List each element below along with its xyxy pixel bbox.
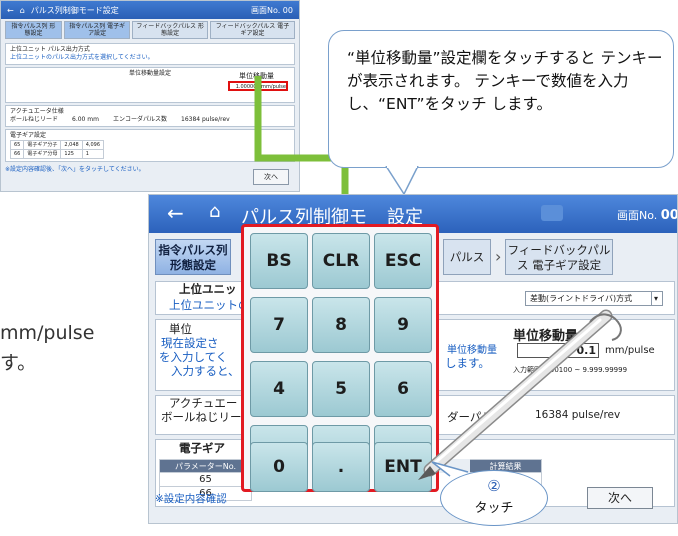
small-upper-unit-panel: 上位ユニット パルス出力方式 上位ユニットのパルス出力方式を選択してください。 <box>5 43 295 65</box>
output-method-dropdown[interactable]: 差動(ライントドライバ)方式 ▾ <box>525 291 663 306</box>
key-3[interactable]: 3 <box>374 425 432 481</box>
unit-desc-right-2: します。 <box>445 356 490 370</box>
small-unit-panel: 単位移動量設定 単位移動量 1.000000 mm/pulse <box>5 67 295 103</box>
key-clr[interactable]: CLR <box>312 233 370 289</box>
table-cell: 65 <box>159 472 252 487</box>
callout-tail <box>385 166 419 196</box>
small-page-number: 画面No. 00 <box>250 5 293 15</box>
unit-move-value: 0.1 <box>576 344 597 357</box>
input-range: 入力範囲 0.00100 ~ 9.999.99999 <box>513 366 628 374</box>
small-upper-unit-desc: 上位ユニットのパルス出力方式を選択してください。 <box>10 54 154 61</box>
tab-pulse[interactable]: パルス <box>443 239 491 275</box>
small-ballscrew-value: 6.00 mm <box>72 116 99 123</box>
encoder-value: 16384 pulse/rev <box>535 409 621 421</box>
upper-unit-label: 上位ユニッ <box>179 282 237 296</box>
key-6[interactable]: 6 <box>374 361 432 417</box>
table-cell: 電子ギア分子 <box>23 140 62 150</box>
key-7[interactable]: 7 <box>250 297 308 353</box>
small-tab-1[interactable]: 指令パルス列 形態設定 <box>5 21 62 39</box>
unit-move-label: 単位移動量 <box>513 329 579 344</box>
small-actuator: アクチュエータ仕様 <box>10 108 64 115</box>
key-8[interactable]: 8 <box>312 297 370 353</box>
small-footer: ※設定内容確認後、「次へ」をタッチしてください。 <box>5 166 145 173</box>
tab-command-pulse-form[interactable]: 指令パルス列 形態設定 <box>155 239 231 275</box>
small-gear-panel: 電子ギア設定 65 電子ギア分子 2,048 4,096 66 電子ギア分母 1… <box>5 129 295 162</box>
small-screenshot: ← ⌂ パルス列制御モード設定 画面No. 00 指令パルス列 形態設定 指令パ… <box>0 0 300 192</box>
gear-label: 電子ギア <box>179 441 225 455</box>
small-unit-highlight <box>228 81 288 91</box>
col-param: パラメーターNo. <box>159 459 252 473</box>
dropdown-value: 差動(ライントドライバ)方式 <box>530 294 633 303</box>
save-icon[interactable] <box>541 205 563 221</box>
small-encoder-value: 16384 pulse/rev <box>181 116 230 123</box>
table-row: 65 電子ギア分子 2,048 4,096 <box>9 140 105 150</box>
unit-desc-right-1: 単位移動量 <box>447 345 497 356</box>
key-5[interactable]: 5 <box>312 361 370 417</box>
unit-desc-3: 入力すると、 <box>171 364 240 378</box>
instruction-callout: “単位移動量”設定欄をタッチすると テンキーが表示されます。 テンキーで数値を入… <box>328 30 674 168</box>
small-gear-title: 電子ギア設定 <box>10 132 47 139</box>
key-esc[interactable]: ESC <box>374 233 432 289</box>
table-row: 66 電子ギア分母 125 1 <box>9 149 105 159</box>
home-icon[interactable]: ⌂ <box>209 201 220 222</box>
small-ballscrew: ボールねじリード <box>10 116 59 123</box>
small-actuator-panel: アクチュエータ仕様 ボールねじリード 6.00 mm エンコーダパルス数 163… <box>5 105 295 127</box>
ballscrew-label: ボールねじリー <box>161 410 242 424</box>
touch-label: タッチ <box>474 501 514 516</box>
touch-bubble: ② タッチ <box>440 470 548 526</box>
key-9[interactable]: 9 <box>374 297 432 353</box>
tab-feedback-gear[interactable]: フィードバックパルス 電子ギア設定 <box>505 239 613 275</box>
table-cell: 電子ギア分母 <box>23 149 62 159</box>
small-titlebar: ← ⌂ パルス列制御モード設定 画面No. 00 <box>1 1 299 19</box>
small-tab-2[interactable]: 指令パルス列 電子ギア設定 <box>63 21 131 39</box>
step-number: ② <box>487 477 501 495</box>
numeric-keypad: BS CLR ESC 7 8 9 4 5 6 1 2 3 <box>241 224 439 492</box>
bg-unit-text: mm/pulse <box>0 322 95 344</box>
back-icon[interactable]: ← <box>7 6 14 15</box>
page-num: 00 <box>660 208 678 223</box>
small-tab-4[interactable]: フィードバックパルス 電子ギア設定 <box>209 21 295 39</box>
encoder-label: ダーパル <box>447 410 493 424</box>
small-upper-unit-title: 上位ユニット パルス出力方式 <box>10 46 90 53</box>
table-cell: 1 <box>81 149 105 159</box>
upper-unit-desc: 上位ユニットの <box>169 298 250 312</box>
table-cell: 65 <box>9 140 25 150</box>
home-icon[interactable]: ⌂ <box>20 6 25 15</box>
table-cell: 2,048 <box>60 140 83 150</box>
callout-text: “単位移動量”設定欄をタッチすると テンキーが表示されます。 テンキーで数値を入… <box>347 49 663 113</box>
chevron-right-icon: › <box>495 247 502 266</box>
small-title: パルス列制御モード設定 <box>30 5 119 15</box>
table-cell: 66 <box>9 149 25 159</box>
key-bs[interactable]: BS <box>250 233 308 289</box>
small-tabs: 指令パルス列 形態設定 指令パルス列 電子ギア設定 フィードバックパルス 形態設… <box>1 19 299 41</box>
unit-move-input[interactable]: 0.1 <box>517 343 599 358</box>
small-encoder: エンコーダパルス数 <box>112 116 167 123</box>
page-label: 画面No. <box>617 209 658 222</box>
next-button[interactable]: 次へ <box>587 487 653 509</box>
small-tab-3[interactable]: フィードバックパルス 形態設定 <box>132 21 208 39</box>
chevron-down-icon: ▾ <box>650 292 660 305</box>
table-cell: 4,096 <box>81 140 105 150</box>
key-1[interactable]: 1 <box>250 425 308 481</box>
background-text: mm/pulse す。 <box>0 318 94 378</box>
key-4[interactable]: 4 <box>250 361 308 417</box>
bg-suffix-text: す。 <box>0 352 37 374</box>
unit-move-unit: mm/pulse <box>605 345 655 356</box>
table-cell: 125 <box>60 149 83 159</box>
main-page-number: 画面No. 00 <box>617 207 678 223</box>
key-2[interactable]: 2 <box>312 425 370 481</box>
main-footer: ※設定内容確認 <box>155 493 227 505</box>
small-next-button[interactable]: 次へ <box>253 169 289 185</box>
small-gear-table: 65 電子ギア分子 2,048 4,096 66 電子ギア分母 125 1 <box>9 140 105 159</box>
back-icon[interactable]: ← <box>167 201 184 225</box>
small-unit-label: 単位移動量 <box>239 72 274 80</box>
